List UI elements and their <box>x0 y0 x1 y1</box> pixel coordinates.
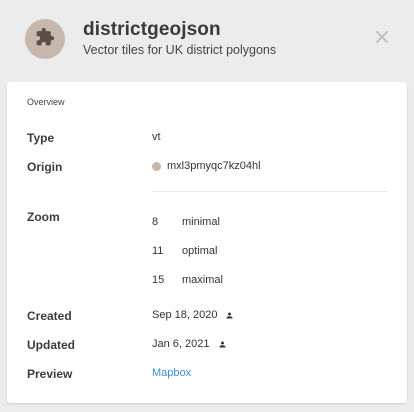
dialog-header: districtgeojson Vector tiles for UK dist… <box>0 0 414 78</box>
zoom-level-min: 8 <box>152 216 159 228</box>
origin-id: mxl3pmyqc7kz04hl <box>167 160 261 172</box>
zoom-name-optimal: optimal <box>182 245 218 257</box>
updated-date: Jan 6, 2021 <box>152 338 210 350</box>
divider <box>152 191 387 192</box>
puzzle-icon <box>35 27 55 52</box>
updated-label: Updated <box>27 338 75 352</box>
created-label: Created <box>27 309 72 323</box>
page-title: districtgeojson <box>83 19 221 40</box>
created-value: Sep 18, 2020 <box>152 309 234 321</box>
origin-value: mxl3pmyqc7kz04hl <box>152 160 261 172</box>
type-label: Type <box>27 131 55 145</box>
zoom-level-optimal: 11 <box>152 245 164 257</box>
zoom-name-max: maximal <box>182 274 223 286</box>
origin-label: Origin <box>27 160 63 174</box>
zoom-level-max: 15 <box>152 274 165 286</box>
preview-label: Preview <box>27 367 73 381</box>
close-icon <box>376 30 388 48</box>
zoom-name-min: minimal <box>182 216 220 228</box>
avatar <box>25 19 65 59</box>
type-value: vt <box>152 131 161 143</box>
page-subtitle: Vector tiles for UK district polygons <box>83 43 277 57</box>
origin-color-dot <box>152 161 161 171</box>
created-date: Sep 18, 2020 <box>152 309 218 321</box>
zoom-label: Zoom <box>27 210 60 224</box>
preview-link[interactable]: Mapbox <box>152 367 191 379</box>
person-icon[interactable] <box>225 311 234 320</box>
section-label: Overview <box>27 97 65 107</box>
updated-value: Jan 6, 2021 <box>152 338 227 350</box>
overview-card: Overview Type vt Origin mxl3pmyqc7kz04hl… <box>7 82 407 403</box>
close-button[interactable] <box>374 31 390 47</box>
person-icon[interactable] <box>218 340 227 349</box>
